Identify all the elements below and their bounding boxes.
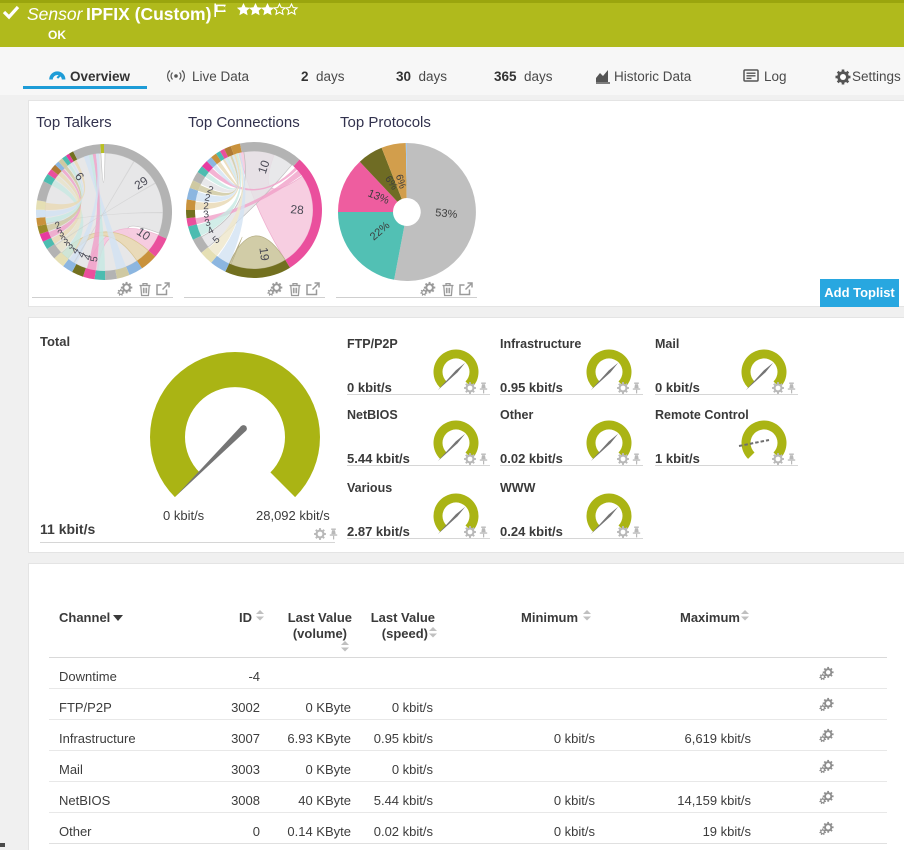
svg-text:19: 19 [256, 246, 272, 261]
svg-text:53%: 53% [435, 207, 458, 221]
svg-text:28: 28 [290, 202, 305, 217]
